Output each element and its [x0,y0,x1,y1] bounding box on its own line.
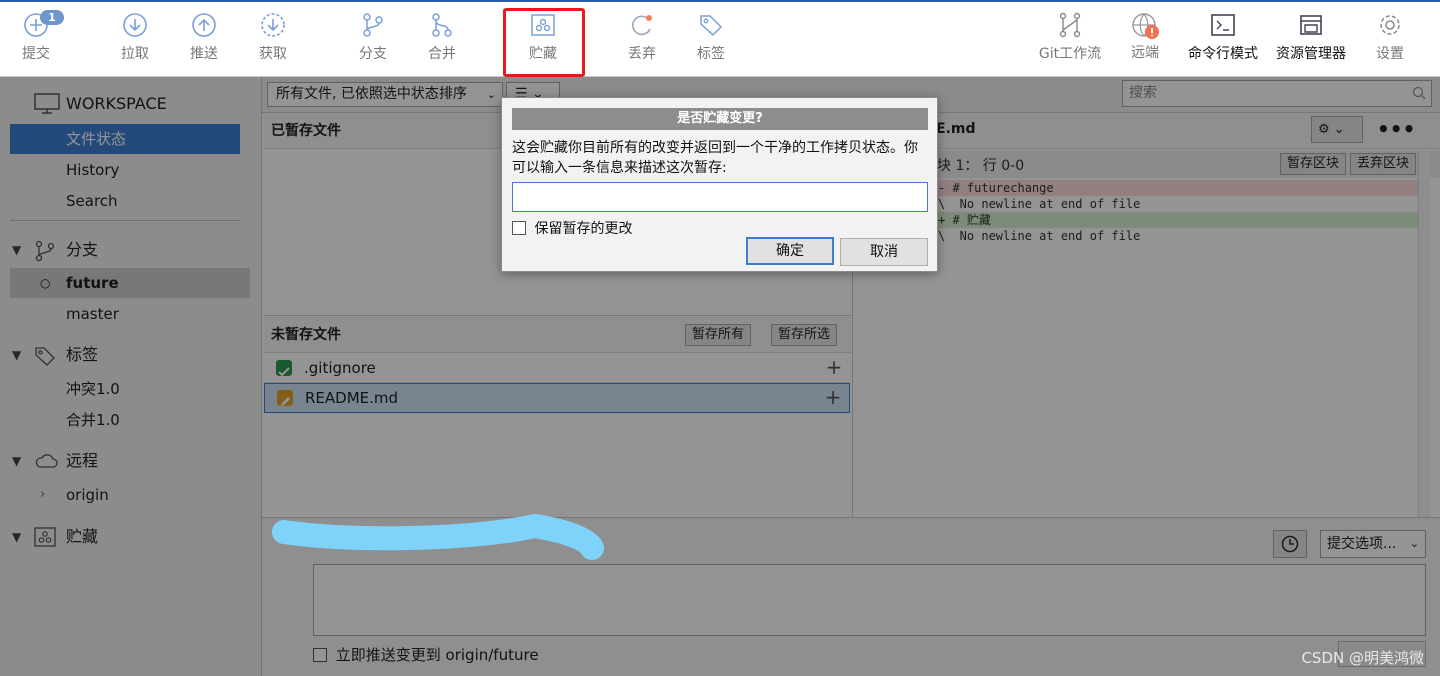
branch-icon [363,13,383,37]
redaction-scribble [272,513,604,560]
terminal-icon [1211,14,1235,36]
globe-warning-icon [1132,13,1159,39]
cancel-button[interactable]: 取消 [840,238,928,266]
dialog-message: 这会贮藏你目前所有的改变并返回到一个干净的工作拷贝状态。你可以输入一条信息来描述… [512,140,918,176]
tag-icon [700,15,723,37]
remote-button[interactable]: 远端 [1128,12,1162,62]
gear-icon [1380,15,1400,35]
pull-button[interactable]: 拉取 [118,12,152,63]
commit-badge: 1 [40,10,64,25]
watermark: CSDN @明美鸿微 [1301,649,1424,667]
branch-button[interactable]: 分支 [356,12,390,63]
arrow-down-circle-icon [123,13,147,37]
explorer-button[interactable]: 资源管理器 [1272,12,1350,63]
stash-dialog: 是否贮藏变更? 这会贮藏你目前所有的改变并返回到一个干净的工作拷贝状态。你可以输… [501,97,938,272]
fetch-button[interactable]: 获取 [256,12,290,63]
folder-window-icon [1300,15,1322,35]
discard-button[interactable]: 丢弃 [625,12,659,63]
commit-label: 提交 [22,46,50,62]
gitflow-button[interactable]: Git工作流 [1036,12,1104,63]
stash-message-input[interactable] [512,182,928,212]
keep-staged-option[interactable]: 保留暂存的更改 [512,218,632,238]
sourcetree-window: 提交 1 拉取 推送 获取 分支 合并 贮藏 丢弃 标签 Git工作流 远端 命… [0,0,1440,676]
terminal-button[interactable]: 命令行模式 [1184,12,1262,63]
tag-button[interactable]: 标签 [694,12,728,63]
stash-highlight-box [503,8,585,77]
merge-icon [432,13,452,37]
gitflow-icon [1059,12,1081,38]
toolbar: 提交 1 拉取 推送 获取 分支 合并 贮藏 丢弃 标签 Git工作流 远端 命… [0,0,1440,77]
keep-staged-checkbox[interactable] [512,221,526,235]
push-button[interactable]: 推送 [187,12,221,63]
fetch-icon [261,13,285,37]
merge-button[interactable]: 合并 [425,12,459,63]
arrow-up-circle-icon [192,13,216,37]
ok-button[interactable]: 确定 [746,237,834,265]
settings-button[interactable]: 设置 [1373,12,1407,63]
discard-icon [631,15,652,36]
dialog-title: 是否贮藏变更? [512,108,928,130]
